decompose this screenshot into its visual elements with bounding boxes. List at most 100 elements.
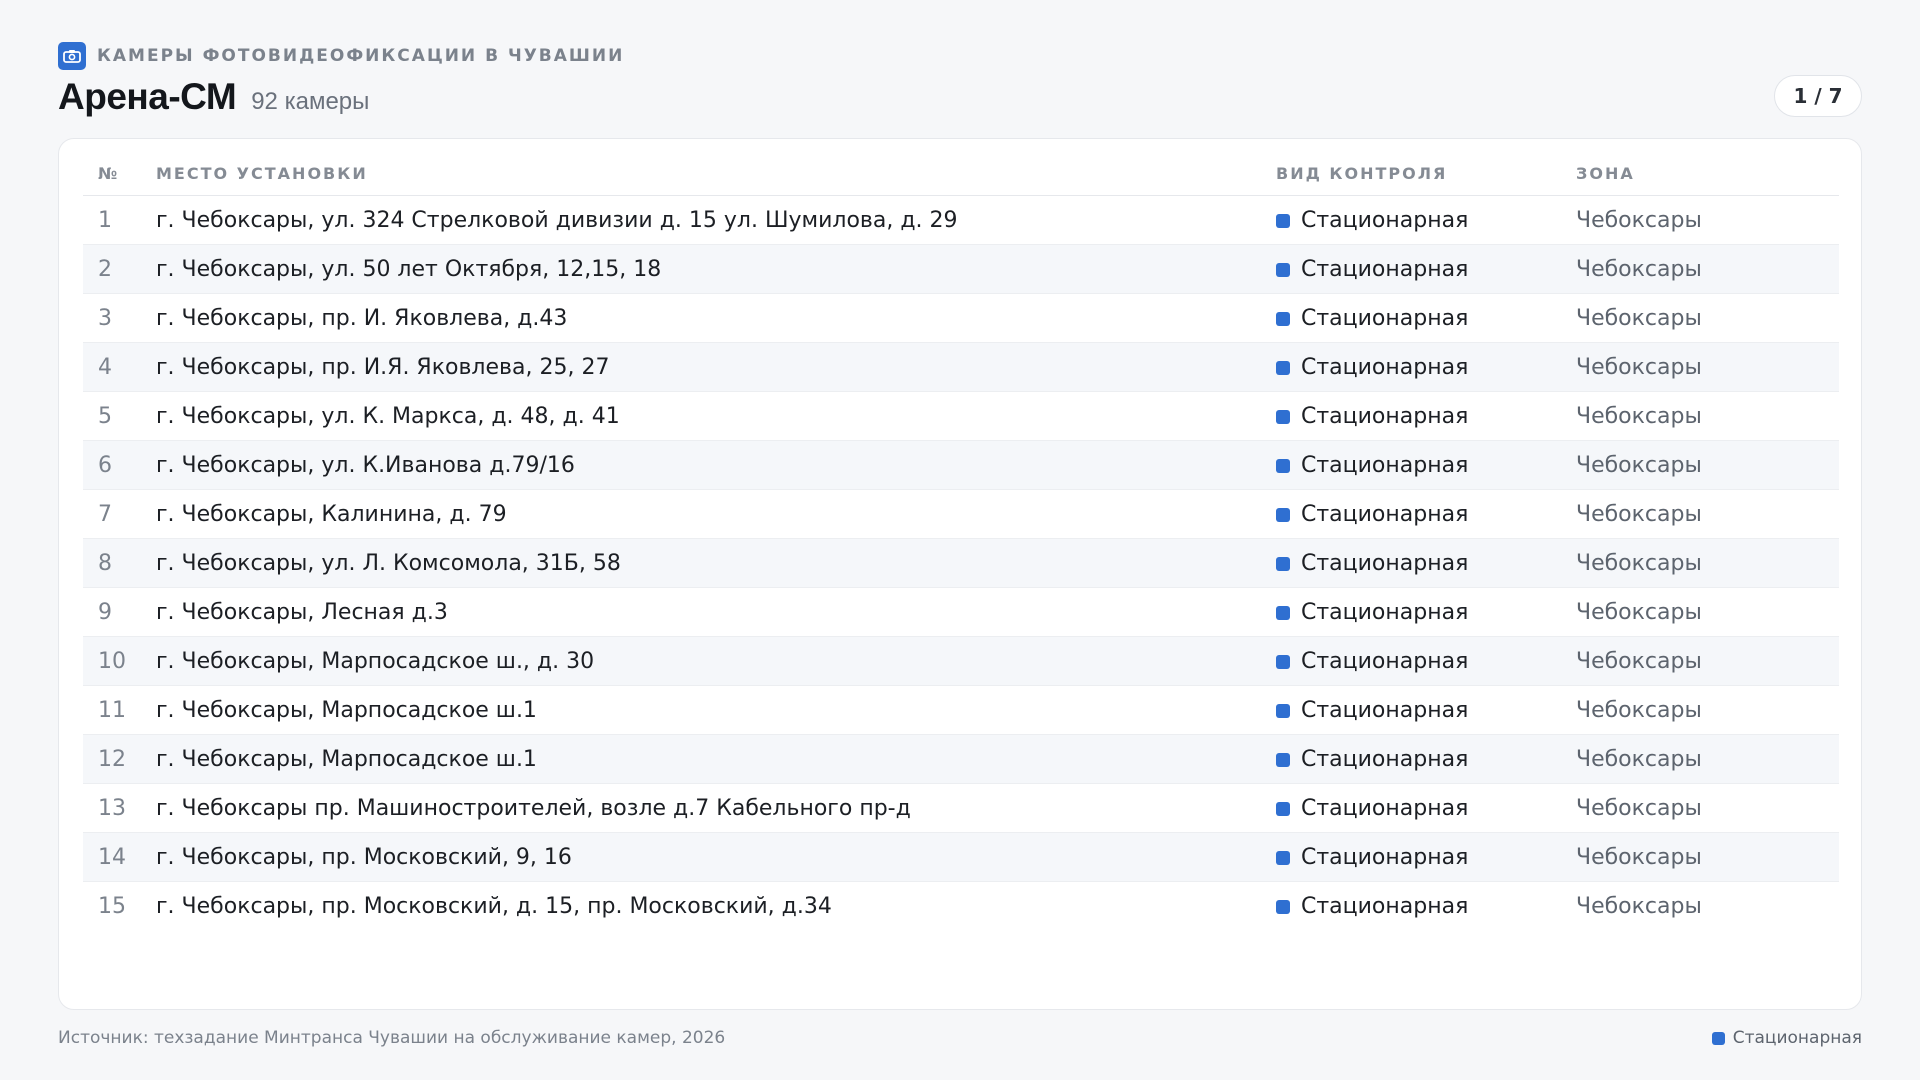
row-zone: Чебоксары [1576,195,1839,245]
page-indicator: 1 / 7 [1774,75,1862,117]
row-type-label: Стационарная [1301,452,1469,478]
row-place: г. Чебоксары, пр. И. Яковлева, д.43 [156,293,1276,343]
column-header-place: МЕСТО УСТАНОВКИ [156,151,1276,196]
row-place: г. Чебоксары, Марпосадское ш.1 [156,685,1276,735]
type-marker [1276,360,1290,375]
row-number: 7 [83,489,156,539]
row-place: г. Чебоксары пр. Машиностроителей, возле… [156,783,1276,833]
table-row: 8 г. Чебоксары, ул. Л. Комсомола, 31Б, 58… [83,538,1839,588]
type-marker [1276,556,1290,571]
column-header-zone: ЗОНА [1576,151,1839,196]
type-marker [1276,262,1290,277]
row-place: г. Чебоксары, Марпосадское ш.1 [156,734,1276,784]
row-place: г. Чебоксары, ул. Л. Комсомола, 31Б, 58 [156,538,1276,588]
row-type: Стационарная [1276,636,1576,686]
type-marker [1276,801,1290,816]
source-note: Источник: техзадание Минтранса Чувашии н… [58,1028,726,1048]
cameras-table: № МЕСТО УСТАНОВКИ ВИД КОНТРОЛЯ ЗОНА 1 г. … [83,151,1839,930]
table-row: 3 г. Чебоксары, пр. И. Яковлева, д.43 Стац… [83,293,1839,343]
row-zone: Чебоксары [1576,636,1839,686]
table-row: 15 г. Чебоксары, пр. Московский, д. 15, п… [83,882,1839,931]
table-row: 9 г. Чебоксары, Лесная д.3 Стационарная Чеб… [83,587,1839,637]
legend-swatch [1711,1031,1725,1045]
row-place: г. Чебоксары, ул. К. Маркса, д. 48, д. 4… [156,391,1276,441]
row-type: Стационарная [1276,244,1576,294]
type-marker [1276,752,1290,767]
type-marker [1276,409,1290,424]
type-marker [1276,703,1290,718]
type-marker [1276,654,1290,669]
table-row: 1 г. Чебоксары, ул. 324 Стрелковой дивизи… [83,195,1839,245]
row-type-label: Стационарная [1301,746,1469,772]
row-number: 8 [83,538,156,588]
column-header-type: ВИД КОНТРОЛЯ [1276,151,1576,196]
table-row: 10 г. Чебоксары, Марпосадское ш., д. 30 Ст… [83,636,1839,686]
page-title: Арена-СМ [58,76,237,117]
table-header-row: № МЕСТО УСТАНОВКИ ВИД КОНТРОЛЯ ЗОНА [83,151,1839,196]
row-type-label: Стационарная [1301,501,1469,527]
row-type: Стационарная [1276,832,1576,882]
row-type: Стационарная [1276,734,1576,784]
row-number: 3 [83,293,156,343]
kicker: КАМЕРЫ ФОТОВИДЕОФИКСАЦИИ В ЧУВАШИИ [58,42,1862,70]
row-type-label: Стационарная [1301,599,1469,625]
row-type: Стационарная [1276,342,1576,392]
row-zone: Чебоксары [1576,244,1839,294]
row-number: 4 [83,342,156,392]
column-header-num: № [83,151,156,196]
row-type-label: Стационарная [1301,795,1469,821]
row-type: Стационарная [1276,882,1576,931]
row-number: 5 [83,391,156,441]
row-zone: Чебоксары [1576,293,1839,343]
row-zone: Чебоксары [1576,685,1839,735]
kicker-text: КАМЕРЫ ФОТОВИДЕОФИКСАЦИИ В ЧУВАШИИ [97,46,625,66]
row-place: г. Чебоксары, Марпосадское ш., д. 30 [156,636,1276,686]
table-row: 6 г. Чебоксары, ул. К.Иванова д.79/16 Стац… [83,440,1839,490]
row-zone: Чебоксары [1576,538,1839,588]
table-row: 13 г. Чебоксары пр. Машиностроителей, воз… [83,783,1839,833]
table-row: 11 г. Чебоксары, Марпосадское ш.1 Стациона… [83,685,1839,735]
type-marker [1276,311,1290,326]
row-type-label: Стационарная [1301,354,1469,380]
row-zone: Чебоксары [1576,893,1702,919]
row-zone: Чебоксары [1576,832,1839,882]
type-marker [1276,507,1290,522]
row-type-label: Стационарная [1301,305,1469,331]
row-number: 2 [83,244,156,294]
row-number: 15 [98,893,126,919]
row-number: 1 [83,195,156,245]
row-zone: Чебоксары [1576,587,1839,637]
legend: Стационарная [1711,1028,1862,1048]
row-number: 9 [83,587,156,637]
row-number: 14 [83,832,156,882]
row-zone: Чебоксары [1576,734,1839,784]
row-zone: Чебоксары [1576,342,1839,392]
type-marker [1276,458,1290,473]
row-number: 12 [83,734,156,784]
row-type: Стационарная [1276,538,1576,588]
row-place: г. Чебоксары, Лесная д.3 [156,587,1276,637]
row-type-label: Стационарная [1301,207,1469,233]
row-zone: Чебоксары [1576,489,1839,539]
camera-icon [58,42,86,70]
cameras-table-card: № МЕСТО УСТАНОВКИ ВИД КОНТРОЛЯ ЗОНА 1 г. … [58,138,1862,1010]
row-type: Стационарная [1276,440,1576,490]
row-type-label: Стационарная [1301,256,1469,282]
table-row: 2 г. Чебоксары, ул. 50 лет Октября, 12,15… [83,244,1839,294]
row-type-label: Стационарная [1301,844,1469,870]
row-type: Стационарная [1276,391,1576,441]
row-type: Стационарная [1276,195,1576,245]
row-type: Стационарная [1276,587,1576,637]
legend-label: Стационарная [1732,1028,1862,1048]
row-type-label: Стационарная [1301,403,1469,429]
row-type: Стационарная [1276,489,1576,539]
type-marker [1276,213,1290,228]
row-type: Стационарная [1276,293,1576,343]
row-type-label: Стационарная [1301,550,1469,576]
row-number: 10 [83,636,156,686]
row-place: г. Чебоксары, Калинина, д. 79 [156,489,1276,539]
row-place: г. Чебоксары, пр. И.Я. Яковлева, 25, 27 [156,342,1276,392]
row-type-label: Стационарная [1301,893,1469,919]
table-row: 5 г. Чебоксары, ул. К. Маркса, д. 48, д. … [83,391,1839,441]
row-type-label: Стационарная [1301,648,1469,674]
